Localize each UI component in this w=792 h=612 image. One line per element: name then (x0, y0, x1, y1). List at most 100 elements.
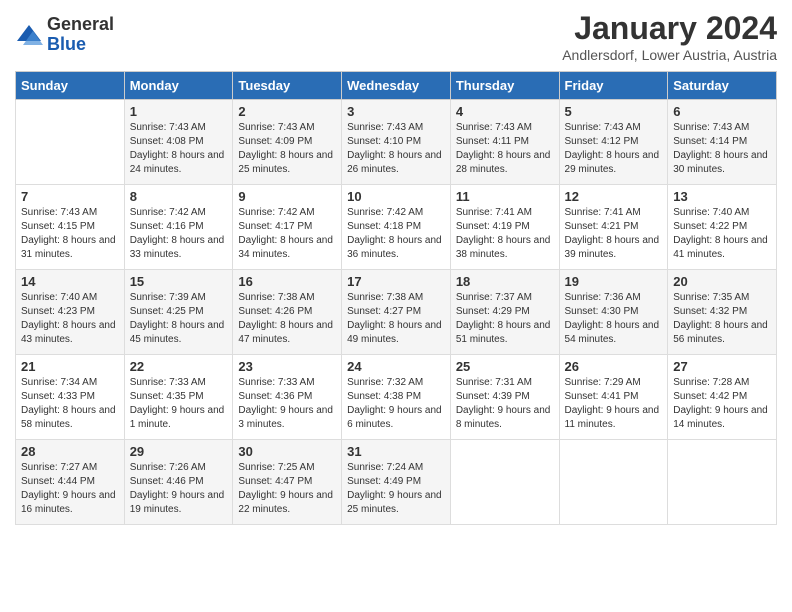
day-info: Sunrise: 7:43 AMSunset: 4:14 PMDaylight:… (673, 121, 771, 177)
day-number: 16 (238, 274, 336, 289)
day-number: 12 (565, 189, 663, 204)
logo-blue: Blue (47, 35, 114, 55)
location-subtitle: Andlersdorf, Lower Austria, Austria (562, 47, 777, 63)
day-number: 10 (347, 189, 445, 204)
day-number: 9 (238, 189, 336, 204)
day-number: 24 (347, 359, 445, 374)
day-info: Sunrise: 7:41 AMSunset: 4:19 PMDaylight:… (456, 206, 554, 262)
calendar-cell: 24 Sunrise: 7:32 AMSunset: 4:38 PMDayligh… (342, 355, 451, 440)
day-info: Sunrise: 7:40 AMSunset: 4:23 PMDaylight:… (21, 291, 119, 347)
calendar-cell: 28Sunrise: 7:27 AMSunset: 4:44 PMDayligh… (16, 440, 125, 525)
calendar-cell: 5Sunrise: 7:43 AMSunset: 4:12 PMDaylight… (559, 100, 668, 185)
day-number: 17 (347, 274, 445, 289)
weekday-header-sunday: Sunday (16, 72, 125, 100)
page-header: General Blue January 2024 Andlersdorf, L… (15, 10, 777, 63)
weekday-header-row: SundayMondayTuesdayWednesdayThursdayFrid… (16, 72, 777, 100)
day-info: Sunrise: 7:31 AMSunset: 4:39 PMDaylight:… (456, 376, 554, 432)
day-info: Sunrise: 7:28 AMSunset: 4:42 PMDaylight:… (673, 376, 771, 432)
day-number: 2 (238, 104, 336, 119)
calendar-cell: 25 Sunrise: 7:31 AMSunset: 4:39 PMDayligh… (450, 355, 559, 440)
calendar-cell: 31 Sunrise: 7:24 AMSunset: 4:49 PMDayligh… (342, 440, 451, 525)
day-info: Sunrise: 7:43 AMSunset: 4:10 PMDaylight:… (347, 121, 445, 177)
day-info: Sunrise: 7:29 AMSunset: 4:41 PMDaylight:… (565, 376, 663, 432)
day-info: Sunrise: 7:42 AMSunset: 4:18 PMDaylight:… (347, 206, 445, 262)
calendar-cell: 23Sunrise: 7:33 AMSunset: 4:36 PMDayligh… (233, 355, 342, 440)
calendar-cell: 9 Sunrise: 7:42 AMSunset: 4:17 PMDaylight… (233, 185, 342, 270)
calendar-cell: 3 Sunrise: 7:43 AMSunset: 4:10 PMDaylight… (342, 100, 451, 185)
calendar-cell (16, 100, 125, 185)
day-info: Sunrise: 7:43 AMSunset: 4:12 PMDaylight:… (565, 121, 663, 177)
calendar-week-3: 14 Sunrise: 7:40 AMSunset: 4:23 PMDayligh… (16, 270, 777, 355)
calendar-week-1: 1 Sunrise: 7:43 AMSunset: 4:08 PMDaylight… (16, 100, 777, 185)
calendar-cell: 20 Sunrise: 7:35 AMSunset: 4:32 PMDayligh… (668, 270, 777, 355)
calendar-week-2: 7 Sunrise: 7:43 AMSunset: 4:15 PMDaylight… (16, 185, 777, 270)
day-info: Sunrise: 7:39 AMSunset: 4:25 PMDaylight:… (130, 291, 228, 347)
day-info: Sunrise: 7:33 AMSunset: 4:35 PMDaylight:… (130, 376, 228, 432)
calendar-cell: 6 Sunrise: 7:43 AMSunset: 4:14 PMDaylight… (668, 100, 777, 185)
day-number: 18 (456, 274, 554, 289)
day-number: 21 (21, 359, 119, 374)
day-info: Sunrise: 7:43 AMSunset: 4:08 PMDaylight:… (130, 121, 228, 177)
calendar-cell: 27Sunrise: 7:28 AMSunset: 4:42 PMDayligh… (668, 355, 777, 440)
day-info: Sunrise: 7:41 AMSunset: 4:21 PMDaylight:… (565, 206, 663, 262)
day-number: 20 (673, 274, 771, 289)
day-info: Sunrise: 7:37 AMSunset: 4:29 PMDaylight:… (456, 291, 554, 347)
day-number: 8 (130, 189, 228, 204)
day-info: Sunrise: 7:34 AMSunset: 4:33 PMDaylight:… (21, 376, 119, 432)
title-block: January 2024 Andlersdorf, Lower Austria,… (562, 10, 777, 63)
calendar-cell: 16 Sunrise: 7:38 AMSunset: 4:26 PMDayligh… (233, 270, 342, 355)
weekday-header-thursday: Thursday (450, 72, 559, 100)
calendar-cell: 22 Sunrise: 7:33 AMSunset: 4:35 PMDayligh… (124, 355, 233, 440)
calendar-cell: 14 Sunrise: 7:40 AMSunset: 4:23 PMDayligh… (16, 270, 125, 355)
calendar-cell: 13 Sunrise: 7:40 AMSunset: 4:22 PMDayligh… (668, 185, 777, 270)
weekday-header-tuesday: Tuesday (233, 72, 342, 100)
day-info: Sunrise: 7:42 AMSunset: 4:17 PMDaylight:… (238, 206, 336, 262)
calendar-cell: 7 Sunrise: 7:43 AMSunset: 4:15 PMDaylight… (16, 185, 125, 270)
day-number: 26 (565, 359, 663, 374)
logo-text: General Blue (47, 15, 114, 55)
day-info: Sunrise: 7:40 AMSunset: 4:22 PMDaylight:… (673, 206, 771, 262)
day-info: Sunrise: 7:38 AMSunset: 4:27 PMDaylight:… (347, 291, 445, 347)
day-number: 30 (238, 444, 336, 459)
day-info: Sunrise: 7:43 AMSunset: 4:11 PMDaylight:… (456, 121, 554, 177)
day-number: 19 (565, 274, 663, 289)
calendar-cell: 26 Sunrise: 7:29 AMSunset: 4:41 PMDayligh… (559, 355, 668, 440)
calendar-cell: 2 Sunrise: 7:43 AMSunset: 4:09 PMDaylight… (233, 100, 342, 185)
logo-general: General (47, 15, 114, 35)
day-number: 13 (673, 189, 771, 204)
logo-icon (15, 21, 43, 49)
day-number: 7 (21, 189, 119, 204)
day-info: Sunrise: 7:43 AMSunset: 4:15 PMDaylight:… (21, 206, 119, 262)
day-number: 28 (21, 444, 119, 459)
calendar-cell: 30Sunrise: 7:25 AMSunset: 4:47 PMDayligh… (233, 440, 342, 525)
calendar-cell: 4 Sunrise: 7:43 AMSunset: 4:11 PMDaylight… (450, 100, 559, 185)
calendar-cell: 10 Sunrise: 7:42 AMSunset: 4:18 PMDayligh… (342, 185, 451, 270)
day-number: 23 (238, 359, 336, 374)
day-info: Sunrise: 7:35 AMSunset: 4:32 PMDaylight:… (673, 291, 771, 347)
month-title: January 2024 (562, 10, 777, 47)
day-info: Sunrise: 7:26 AMSunset: 4:46 PMDaylight:… (130, 461, 228, 517)
calendar-week-5: 28Sunrise: 7:27 AMSunset: 4:44 PMDayligh… (16, 440, 777, 525)
day-number: 31 (347, 444, 445, 459)
day-number: 14 (21, 274, 119, 289)
day-info: Sunrise: 7:43 AMSunset: 4:09 PMDaylight:… (238, 121, 336, 177)
weekday-header-monday: Monday (124, 72, 233, 100)
day-info: Sunrise: 7:24 AMSunset: 4:49 PMDaylight:… (347, 461, 445, 517)
day-number: 22 (130, 359, 228, 374)
calendar-cell (668, 440, 777, 525)
calendar-cell (450, 440, 559, 525)
day-number: 15 (130, 274, 228, 289)
calendar-cell: 21 Sunrise: 7:34 AMSunset: 4:33 PMDayligh… (16, 355, 125, 440)
weekday-header-wednesday: Wednesday (342, 72, 451, 100)
day-info: Sunrise: 7:32 AMSunset: 4:38 PMDaylight:… (347, 376, 445, 432)
day-number: 25 (456, 359, 554, 374)
day-number: 1 (130, 104, 228, 119)
day-number: 11 (456, 189, 554, 204)
day-info: Sunrise: 7:38 AMSunset: 4:26 PMDaylight:… (238, 291, 336, 347)
day-number: 4 (456, 104, 554, 119)
day-number: 6 (673, 104, 771, 119)
calendar-cell: 1 Sunrise: 7:43 AMSunset: 4:08 PMDaylight… (124, 100, 233, 185)
day-number: 3 (347, 104, 445, 119)
calendar-week-4: 21 Sunrise: 7:34 AMSunset: 4:33 PMDayligh… (16, 355, 777, 440)
logo: General Blue (15, 15, 114, 55)
